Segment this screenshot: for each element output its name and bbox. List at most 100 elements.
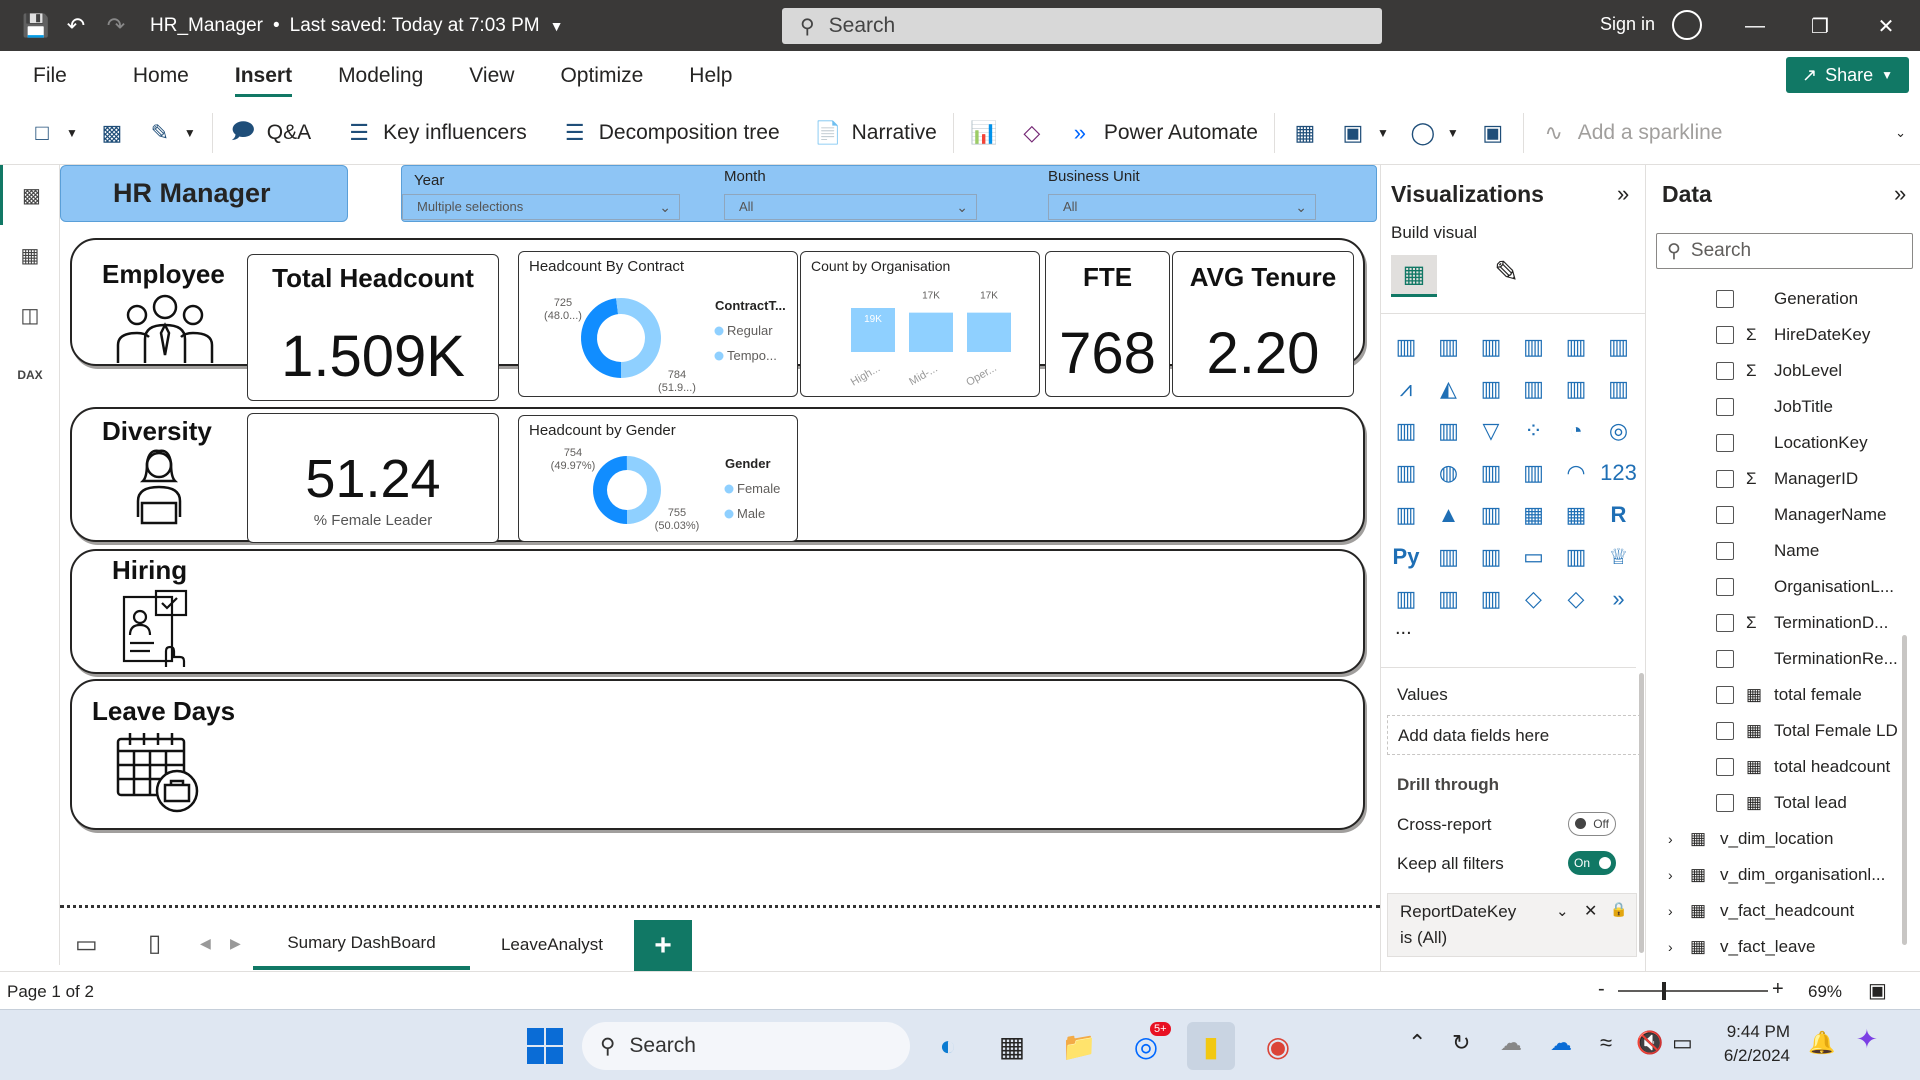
data-pane-scrollbar[interactable]: [1902, 635, 1907, 945]
pie-visual-icon[interactable]: ◔: [1559, 414, 1593, 448]
table-row[interactable]: › ▦ v_fact_headcount: [1646, 893, 1920, 929]
field-checkbox[interactable]: [1716, 650, 1734, 668]
field-row[interactable]: ▦ total headcount: [1646, 749, 1920, 785]
field-row[interactable]: ▦ Total Female LD: [1646, 713, 1920, 749]
desktop-layout-icon[interactable]: ▭: [75, 930, 98, 959]
text-box-button[interactable]: ▦: [1281, 113, 1329, 153]
field-row[interactable]: Σ HireDateKey: [1646, 317, 1920, 353]
table-row[interactable]: › ▦ v_dim_organisationl...: [1646, 857, 1920, 893]
bar-2[interactable]: [967, 312, 1011, 352]
edge-browser-icon[interactable]: ◐: [924, 1022, 972, 1070]
field-checkbox[interactable]: [1716, 794, 1734, 812]
dax-query-view-icon[interactable]: DAX: [0, 345, 60, 405]
notifications-bell-icon[interactable]: 🔔: [1808, 1030, 1835, 1056]
more-visuals-button[interactable]: ✎ ▼: [136, 113, 206, 153]
100-bar-visual-icon[interactable]: ▥: [1559, 330, 1593, 364]
model-view-icon[interactable]: ◫: [0, 285, 60, 345]
close-icon[interactable]: ✕: [1866, 10, 1906, 42]
field-checkbox[interactable]: [1716, 398, 1734, 416]
narrative-visual-icon[interactable]: ▥: [1559, 540, 1593, 574]
filter-card-report-date-key[interactable]: ReportDateKey is (All) ⌄ ✕ 🔒: [1387, 893, 1637, 957]
field-row[interactable]: LocationKey: [1646, 425, 1920, 461]
minimize-icon[interactable]: —: [1735, 10, 1775, 42]
100-column-visual-icon[interactable]: ▥: [1602, 330, 1636, 364]
keep-all-filters-toggle[interactable]: On: [1568, 851, 1616, 875]
donut-slice-1[interactable]: [616, 298, 661, 378]
treemap-visual-icon[interactable]: ▥: [1389, 456, 1423, 490]
menu-file[interactable]: File: [10, 51, 90, 101]
new-visual-button[interactable]: □ ▼: [18, 113, 88, 153]
card-new-visual-icon[interactable]: ▥: [1432, 582, 1466, 616]
multirow-card-visual-icon[interactable]: ▥: [1389, 498, 1423, 532]
filled-map-visual-icon[interactable]: ▥: [1474, 456, 1508, 490]
waterfall-visual-icon[interactable]: ▥: [1432, 414, 1466, 448]
field-checkbox[interactable]: [1716, 470, 1734, 488]
cloud-icon[interactable]: ☁: [1500, 1030, 1522, 1056]
field-checkbox[interactable]: [1716, 686, 1734, 704]
field-checkbox[interactable]: [1716, 614, 1734, 632]
add-data-fields-well[interactable]: Add data fields here: [1387, 715, 1641, 755]
chevron-right-icon[interactable]: ›: [1668, 903, 1673, 919]
female-leader-card[interactable]: 51.24 % Female Leader: [247, 413, 499, 543]
month-slicer-dropdown[interactable]: All ⌄: [724, 194, 977, 220]
restore-icon[interactable]: ❐: [1800, 10, 1840, 42]
zoom-slider-thumb[interactable]: [1662, 982, 1666, 1000]
fte-card[interactable]: FTE 768: [1045, 251, 1170, 397]
battery-icon[interactable]: ▭: [1672, 1030, 1693, 1056]
table-view-icon[interactable]: ▦: [0, 225, 60, 285]
year-slicer-dropdown[interactable]: Multiple selections ⌄: [402, 194, 680, 220]
qna-visual-icon[interactable]: ▭: [1517, 540, 1551, 574]
mobile-layout-icon[interactable]: ▯: [148, 929, 161, 958]
power-automate-visual-icon[interactable]: »: [1602, 582, 1636, 616]
legend-item-0[interactable]: Female: [737, 481, 780, 496]
100-area-visual-icon[interactable]: ▥: [1517, 372, 1551, 406]
matrix-visual-icon[interactable]: ▦: [1559, 498, 1593, 532]
legend-item-0[interactable]: Regular: [727, 323, 773, 338]
chevron-left-icon[interactable]: ◀: [200, 935, 211, 952]
chevron-down-icon[interactable]: ▼: [550, 18, 564, 34]
chrome-icon[interactable]: ◉: [1254, 1022, 1302, 1070]
chevron-up-icon[interactable]: ⌃: [1408, 1030, 1426, 1056]
stacked-bar-visual-icon[interactable]: ▥: [1389, 330, 1423, 364]
sync-icon[interactable]: ↻: [1452, 1030, 1470, 1056]
field-row[interactable]: Σ ManagerID: [1646, 461, 1920, 497]
line-clustered-visual-icon[interactable]: ▥: [1602, 372, 1636, 406]
gauge-visual-icon[interactable]: ◠: [1559, 456, 1593, 490]
avg-tenure-card[interactable]: AVG Tenure 2.20: [1172, 251, 1354, 397]
field-checkbox[interactable]: [1716, 578, 1734, 596]
total-headcount-card[interactable]: Total Headcount 1.509K: [247, 254, 499, 401]
field-row[interactable]: Name: [1646, 533, 1920, 569]
chevron-down-icon[interactable]: ⌄: [1556, 902, 1569, 920]
title-search-box[interactable]: ⚲ Search: [782, 8, 1382, 44]
field-row[interactable]: Σ JobLevel: [1646, 353, 1920, 389]
fit-to-page-icon[interactable]: ▣: [1868, 978, 1887, 1003]
wifi-icon[interactable]: ≈: [1600, 1030, 1612, 1056]
viz-pane-scrollbar[interactable]: [1639, 673, 1644, 953]
table-visual-icon[interactable]: ▦: [1517, 498, 1551, 532]
field-checkbox[interactable]: [1716, 362, 1734, 380]
image-button[interactable]: ▣: [1469, 113, 1517, 153]
file-explorer-icon[interactable]: 📁: [1055, 1022, 1103, 1070]
funnel-visual-icon[interactable]: ▽: [1474, 414, 1508, 448]
field-row[interactable]: TerminationRe...: [1646, 641, 1920, 677]
chevron-right-icon[interactable]: ›: [1668, 831, 1673, 847]
more-visuals-icon[interactable]: ...: [1395, 617, 1412, 640]
power-apps-button[interactable]: ◇: [1008, 113, 1056, 153]
donut-slice-0[interactable]: [581, 298, 621, 378]
clustered-column-visual-icon[interactable]: ▥: [1517, 330, 1551, 364]
decomposition-tree-visual-icon[interactable]: ▥: [1474, 540, 1508, 574]
menu-optimize[interactable]: Optimize: [537, 51, 666, 101]
map-visual-icon[interactable]: ◍: [1432, 456, 1466, 490]
table-row[interactable]: › ▦ v_fact_leave: [1646, 929, 1920, 965]
sign-in-link[interactable]: Sign in: [1600, 14, 1655, 35]
scatter-visual-icon[interactable]: ⁘: [1517, 414, 1551, 448]
azure-map-visual-icon[interactable]: ▥: [1517, 456, 1551, 490]
paginated-report-button[interactable]: 📊: [960, 113, 1008, 153]
add-sparkline-button[interactable]: ∿ Add a sparkline: [1530, 113, 1733, 153]
python-visual-visual-icon[interactable]: Py: [1389, 540, 1423, 574]
donut-slice-0[interactable]: [593, 456, 627, 524]
decomposition-tree-button[interactable]: ☰ Decomposition tree: [551, 113, 790, 153]
taskbar-clock[interactable]: 9:44 PM 6/2/2024: [1718, 1022, 1790, 1066]
field-checkbox[interactable]: [1716, 506, 1734, 524]
add-page-button[interactable]: +: [634, 920, 692, 972]
